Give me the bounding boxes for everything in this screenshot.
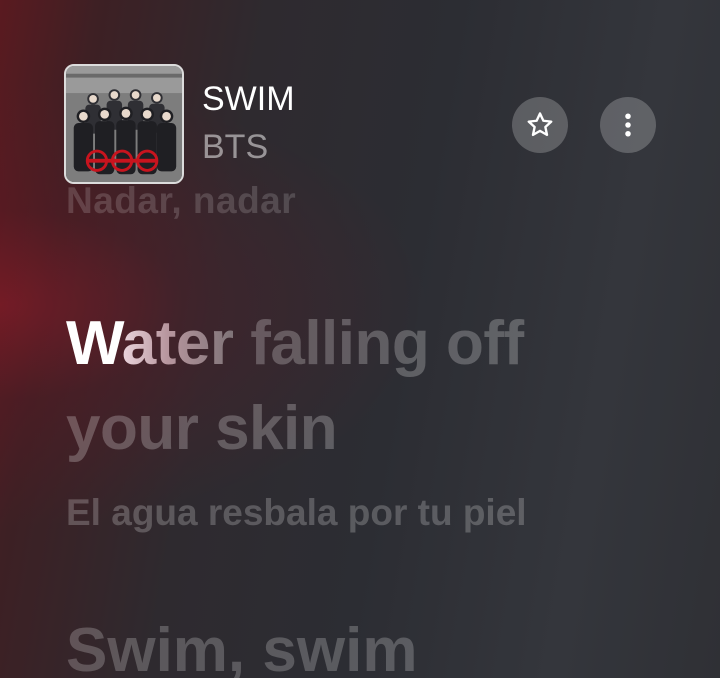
- favorite-button[interactable]: [512, 97, 568, 153]
- lyric-fading-part: ater: [121, 309, 234, 378]
- lyric-next-line[interactable]: Swim, swim: [66, 615, 417, 678]
- album-artwork-image: [66, 66, 182, 182]
- song-title: SWIM: [202, 80, 295, 118]
- more-vertical-icon: [625, 113, 631, 137]
- album-artwork[interactable]: [64, 64, 184, 184]
- star-icon: [527, 112, 553, 137]
- lyric-current-line[interactable]: Water falling off your skin: [66, 301, 626, 471]
- more-options-button[interactable]: [600, 97, 656, 153]
- now-playing-header: SWIM BTS: [0, 0, 720, 200]
- lyric-translation: El agua resbala por tu piel: [66, 492, 527, 533]
- song-artist[interactable]: BTS: [202, 128, 268, 167]
- lyric-sung-part: W: [66, 309, 122, 378]
